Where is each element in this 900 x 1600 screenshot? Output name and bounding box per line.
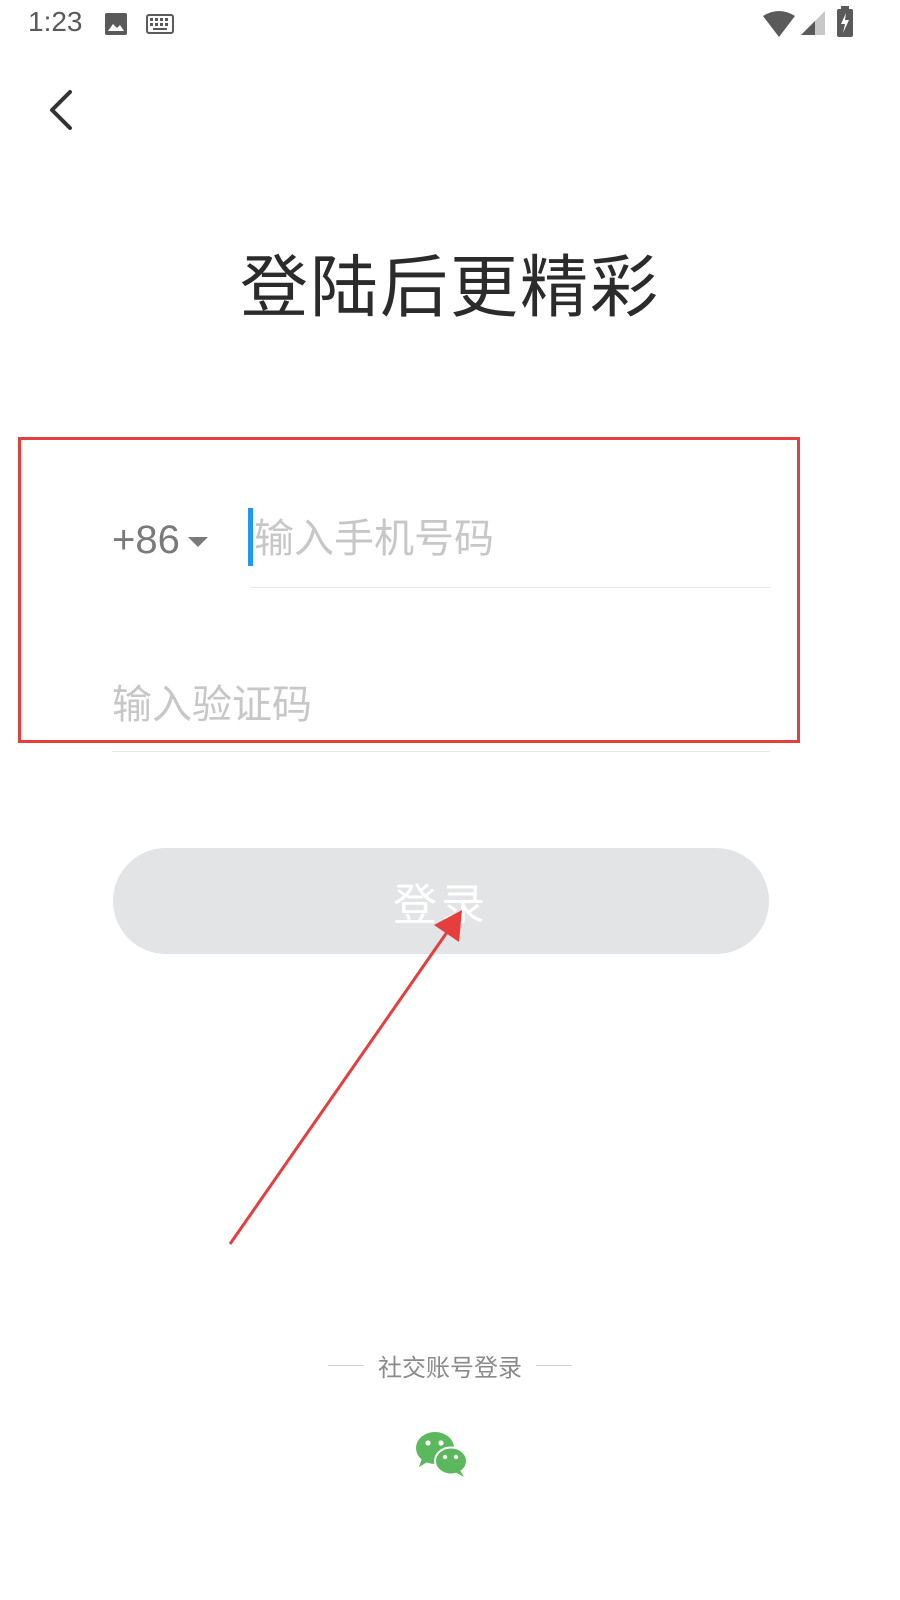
- wechat-icon: [416, 1432, 468, 1477]
- code-input-underline: [112, 751, 770, 752]
- text-cursor: [248, 508, 253, 566]
- wifi-icon: [763, 11, 795, 37]
- social-login-divider: 社交账号登录: [0, 1348, 900, 1383]
- status-bar: 1:23: [0, 0, 900, 50]
- divider-line-right: [536, 1365, 572, 1366]
- phone-input-underline: [250, 587, 770, 588]
- country-code-label: +86: [112, 517, 180, 562]
- verification-code-input[interactable]: [112, 672, 770, 738]
- back-button[interactable]: [38, 82, 88, 138]
- caret-down-icon: [187, 537, 208, 547]
- country-code-selector[interactable]: +86: [112, 512, 208, 568]
- status-time: 1:23: [28, 6, 83, 37]
- social-login-label: 社交账号登录: [378, 1354, 522, 1382]
- phone-number-input[interactable]: [250, 504, 774, 574]
- divider-line-left: [328, 1365, 364, 1366]
- login-screen: 1:23 登陆后更精彩 +86 输入手机号码 输入验证码 登录 社交账号登录: [0, 0, 900, 1600]
- signal-icon: [801, 11, 825, 35]
- battery-charging-icon: [837, 6, 853, 37]
- login-button[interactable]: 登录: [113, 848, 769, 954]
- keyboard-icon: [146, 14, 174, 34]
- page-title: 登陆后更精彩: [239, 249, 660, 328]
- back-chevron-icon: [50, 90, 72, 130]
- image-icon: [105, 13, 127, 35]
- wechat-login-button[interactable]: [414, 1430, 470, 1478]
